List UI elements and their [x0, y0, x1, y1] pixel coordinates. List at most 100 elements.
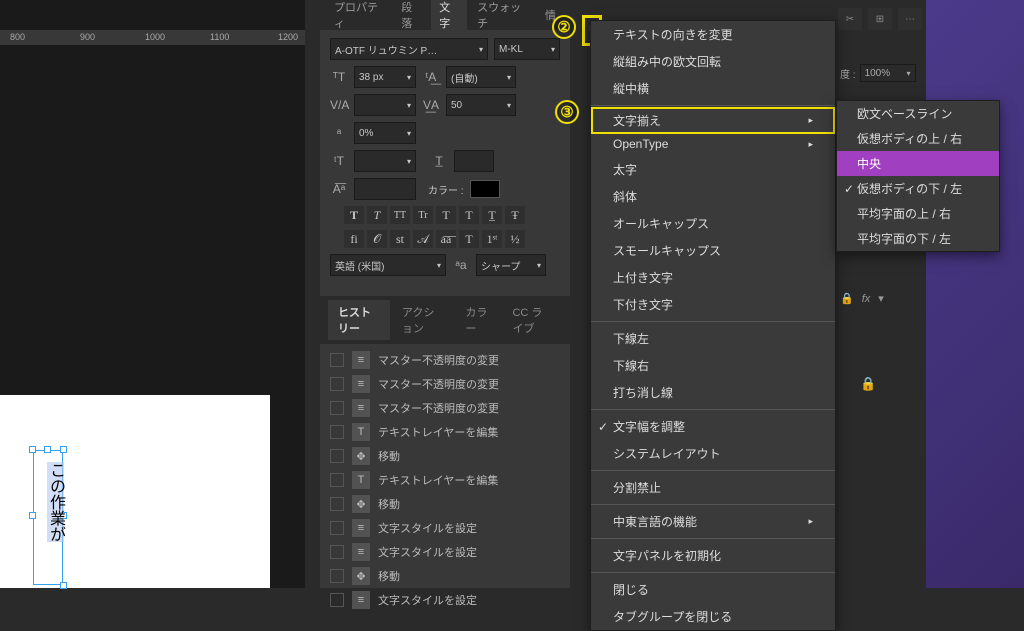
strikethrough-button[interactable]: Ŧ	[505, 206, 525, 224]
submenu-em-bottom[interactable]: ✓仮想ボディの下 / 左	[837, 176, 999, 201]
menu-rotate-halfwidth[interactable]: 縦組み中の欧文回転	[591, 48, 835, 75]
history-item[interactable]: ✥移動	[320, 492, 570, 516]
antialias-icon: ᵃa	[452, 258, 470, 272]
submenu-icf-top[interactable]: 平均字面の上 / 右	[837, 201, 999, 226]
vert-scale-icon: ᵗT	[330, 154, 348, 168]
menu-faux-italic[interactable]: 斜体	[591, 183, 835, 210]
panel-tabs: プロパティ 段落 文字 スウォッチ 情	[320, 0, 570, 30]
right-toolbar-icons: ✂ ⊞ ⋯	[838, 8, 922, 30]
lock-icon[interactable]: 🔒	[840, 292, 854, 305]
annotation-marker-2: ②	[552, 15, 576, 39]
baseline-shift-icon: ᵃ	[330, 126, 348, 140]
kerning-icon: V/A	[330, 98, 348, 112]
discretionary-lig-button[interactable]: st	[390, 230, 410, 248]
menu-subscript[interactable]: 下付き文字	[591, 291, 835, 318]
menu-close[interactable]: 閉じる	[591, 576, 835, 603]
allcaps-button[interactable]: TT	[390, 206, 410, 224]
opacity-field[interactable]: 100%▾	[860, 64, 916, 82]
more-icon[interactable]: ⋯	[898, 8, 922, 30]
fx-icon[interactable]: fx	[862, 293, 871, 305]
leading-field[interactable]: (自動)▾	[446, 66, 516, 88]
tab-paragraph[interactable]: 段落	[393, 0, 429, 36]
menu-no-break[interactable]: 分割禁止	[591, 474, 835, 501]
horizontal-ruler: 800 900 1000 1100 1200	[0, 30, 305, 45]
submenu-em-top[interactable]: 仮想ボディの上 / 右	[837, 126, 999, 151]
annotation-marker-3: ③	[555, 100, 579, 124]
vertical-text-content[interactable]: この作業が	[43, 462, 67, 542]
menu-change-orientation[interactable]: テキストの向きを変更	[591, 21, 835, 48]
faux-bold-button[interactable]: T	[344, 206, 364, 224]
faux-italic-button[interactable]: T	[367, 206, 387, 224]
opacity-control: 度 : 100%▾	[840, 64, 916, 82]
menu-reset-panel[interactable]: 文字パネルを初期化	[591, 542, 835, 569]
vert-scale-field[interactable]: ▾	[354, 150, 416, 172]
menu-system-layout[interactable]: システムレイアウト	[591, 440, 835, 467]
ligatures-button[interactable]: fi	[344, 230, 364, 248]
color-label: カラー :	[428, 182, 464, 197]
stylistic-alt-button[interactable]: a͞a͞	[436, 230, 456, 248]
crop-icon[interactable]: ✂	[838, 8, 862, 30]
baseline2-field[interactable]	[354, 178, 416, 200]
menu-superscript[interactable]: 上付き文字	[591, 264, 835, 291]
tab-character[interactable]: 文字	[431, 0, 467, 36]
type-style-buttons: T T TT Tr T T T̲ Ŧ	[344, 206, 560, 224]
history-item[interactable]: ≡マスター不透明度の変更	[320, 372, 570, 396]
menu-middle-east[interactable]: 中東言語の機能▸	[591, 508, 835, 535]
menu-tatechuyoko[interactable]: 縦中横	[591, 75, 835, 102]
language-dropdown[interactable]: 英語 (米国)▾	[330, 254, 446, 276]
history-item[interactable]: ≡文字スタイルを設定	[320, 540, 570, 564]
menu-underline-right[interactable]: 下線右	[591, 352, 835, 379]
fractions-button[interactable]: ½	[505, 230, 525, 248]
history-item[interactable]: ≡文字スタイルを設定	[320, 588, 570, 612]
swash-button[interactable]: 𝒜	[413, 230, 433, 248]
menu-strikethrough[interactable]: 打ち消し線	[591, 379, 835, 406]
leading-icon: ᵗA͟	[422, 70, 440, 84]
character-alignment-submenu: 欧文ベースライン 仮想ボディの上 / 右 中央 ✓仮想ボディの下 / 左 平均字…	[836, 100, 1000, 252]
contextual-alt-button[interactable]: 𝒪	[367, 230, 387, 248]
history-item[interactable]: ✥移動	[320, 564, 570, 588]
menu-opentype[interactable]: OpenType▸	[591, 132, 835, 156]
menu-close-tab-group[interactable]: タブグループを閉じる	[591, 603, 835, 630]
menu-character-alignment[interactable]: 文字揃え▸	[591, 107, 835, 134]
tab-cclib[interactable]: CC ライブ	[502, 300, 562, 340]
baseline-field[interactable]: 0%▾	[354, 122, 416, 144]
font-family-dropdown[interactable]: A-OTF リュウミン P…▾	[330, 38, 488, 60]
text-color-swatch[interactable]	[470, 180, 500, 198]
tab-properties[interactable]: プロパティ	[326, 0, 391, 36]
tab-actions[interactable]: アクション	[392, 300, 453, 340]
history-item[interactable]: ≡マスター不透明度の変更	[320, 396, 570, 420]
lock-icon-2[interactable]: 🔒	[860, 376, 876, 392]
superscript-button[interactable]: T	[436, 206, 456, 224]
layer-effects-row: 🔒 fx ▾	[840, 292, 884, 305]
menu-allcaps[interactable]: オールキャップス	[591, 210, 835, 237]
font-size-field[interactable]: 38 px▾	[354, 66, 416, 88]
horiz-scale-field[interactable]	[454, 150, 494, 172]
submenu-center[interactable]: 中央	[837, 151, 999, 176]
underline-button[interactable]: T̲	[482, 206, 502, 224]
menu-underline-left[interactable]: 下線左	[591, 325, 835, 352]
tab-color[interactable]: カラー	[455, 300, 500, 340]
history-item[interactable]: ✥移動	[320, 444, 570, 468]
antialias-dropdown[interactable]: シャープ▾	[476, 254, 546, 276]
ordinals-button[interactable]: 1ˢᵗ	[482, 230, 502, 248]
history-item[interactable]: ≡マスター不透明度の変更	[320, 348, 570, 372]
history-item[interactable]: ≡文字スタイルを設定	[320, 516, 570, 540]
menu-smallcaps[interactable]: スモールキャップス	[591, 237, 835, 264]
smallcaps-button[interactable]: Tr	[413, 206, 433, 224]
menu-faux-bold[interactable]: 太字	[591, 156, 835, 183]
history-panel-tabs: ヒストリー アクション カラー CC ライブ	[320, 296, 570, 344]
history-item[interactable]: Tテキストレイヤーを編集	[320, 468, 570, 492]
baseline-shift2-icon: A͞ᵃ	[330, 182, 348, 196]
submenu-roman-baseline[interactable]: 欧文ベースライン	[837, 101, 999, 126]
submenu-icf-bottom[interactable]: 平均字面の下 / 左	[837, 226, 999, 251]
font-style-dropdown[interactable]: M-KL▾	[494, 38, 560, 60]
menu-fractional-widths[interactable]: ✓文字幅を調整	[591, 413, 835, 440]
tab-history[interactable]: ヒストリー	[328, 300, 390, 340]
kerning-field[interactable]: ▾	[354, 94, 416, 116]
history-item[interactable]: Tテキストレイヤーを編集	[320, 420, 570, 444]
subscript-button[interactable]: T	[459, 206, 479, 224]
tracking-field[interactable]: 50▾	[446, 94, 516, 116]
align-icon[interactable]: ⊞	[868, 8, 892, 30]
tab-swatches[interactable]: スウォッチ	[469, 0, 535, 36]
titling-alt-button[interactable]: T	[459, 230, 479, 248]
